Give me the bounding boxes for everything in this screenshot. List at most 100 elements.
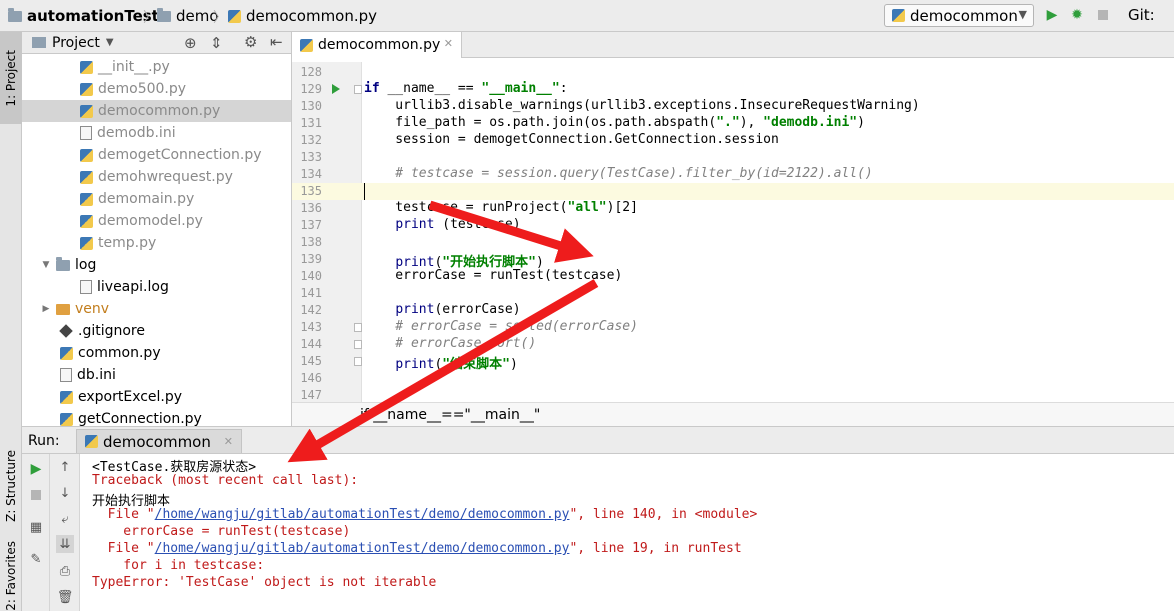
fold-icon[interactable]: [354, 340, 362, 349]
run-toolbar-right: ↑ ↓ ⤶ ⇊ ⎙ 🗑: [50, 454, 80, 611]
code-line: 142 print(errorCase): [300, 302, 521, 317]
navigation-bar: automationTest 〉 demo 〉 democommon.py de…: [0, 0, 1174, 32]
rerun-icon[interactable]: ▶: [27, 460, 45, 478]
tree-item[interactable]: getConnection.py: [22, 408, 291, 426]
python-file-icon: [80, 214, 93, 228]
hide-panel-icon[interactable]: ⇤: [270, 33, 283, 51]
console-line: errorCase = runTest(testcase): [92, 524, 351, 539]
tree-item-label: liveapi.log: [97, 279, 169, 295]
python-file-icon: [80, 82, 93, 96]
tree-item-label: demogetConnection.py: [98, 147, 262, 163]
text-file-icon: [60, 368, 72, 382]
code-line: 136 testcase = runProject("all")[2]: [300, 200, 638, 215]
git-file-icon: [59, 324, 73, 338]
scroll-down-icon[interactable]: ↓: [56, 484, 74, 502]
code-line: 138: [300, 235, 322, 249]
gear-icon[interactable]: ⚙: [244, 33, 257, 51]
code-line: 128: [300, 65, 322, 79]
code-line-current: 135: [292, 183, 1174, 200]
project-panel: Project ▼ ⊕ ⇕ ⚙ ⇤ __init__.py demo500.py d…: [22, 32, 292, 426]
tree-item-label: __init__.py: [98, 59, 170, 75]
stop-icon[interactable]: [27, 486, 45, 504]
run-tab-democommon[interactable]: democommon ✕: [76, 429, 242, 453]
traceback-file-link[interactable]: /home/wangju/gitlab/automationTest/demo/…: [155, 507, 570, 522]
print-icon[interactable]: ⎙: [56, 562, 74, 580]
tree-item[interactable]: temp.py: [22, 232, 291, 254]
chevron-down-icon[interactable]: ▼: [106, 37, 114, 48]
python-file-icon: [80, 170, 93, 184]
breadcrumb-file[interactable]: democommon.py: [228, 6, 377, 26]
tree-item-label: temp.py: [98, 235, 157, 251]
run-panel-header: Run: democommon ✕: [22, 426, 1174, 454]
code-line: 129 if __name__ == "__main__":: [300, 81, 568, 96]
traceback-file-link[interactable]: /home/wangju/gitlab/automationTest/demo/…: [155, 541, 570, 556]
tool-tab-project[interactable]: 1: Project: [0, 32, 22, 124]
code-line: 131 file_path = os.path.join(os.path.abs…: [300, 115, 865, 130]
tree-item[interactable]: db.ini: [22, 364, 291, 386]
code-line: 137 print (testcase): [300, 217, 521, 232]
run-gutter-icon[interactable]: [332, 84, 340, 94]
scroll-up-icon[interactable]: ↑: [56, 458, 74, 476]
console-line: File "/home/wangju/gitlab/automationTest…: [92, 541, 742, 556]
project-tree: __init__.py demo500.py democommon.py demodb…: [22, 56, 291, 426]
tree-item[interactable]: exportExcel.py: [22, 386, 291, 408]
breadcrumb-separator-icon: 〉: [213, 10, 227, 26]
code-line: 139 print("开始执行脚本"): [300, 252, 544, 270]
tree-item[interactable]: liveapi.log: [22, 276, 291, 298]
debug-icon[interactable]: ✹: [1068, 6, 1086, 24]
text-file-icon: [80, 280, 92, 294]
project-panel-header: Project ▼ ⊕ ⇕ ⚙ ⇤: [22, 32, 291, 54]
tree-item[interactable]: demohwrequest.py: [22, 166, 291, 188]
tree-item[interactable]: ▼ log: [22, 254, 291, 276]
tree-item-label: demomodel.py: [98, 213, 203, 229]
close-icon[interactable]: ✕: [224, 435, 233, 448]
chevron-down-icon[interactable]: ▼: [40, 260, 52, 270]
tree-item-label: demohwrequest.py: [98, 169, 233, 185]
chevron-right-icon[interactable]: ▶: [40, 304, 52, 314]
fold-icon[interactable]: [354, 323, 362, 332]
locate-icon[interactable]: ⊕: [184, 34, 197, 52]
tree-item[interactable]: common.py: [22, 342, 291, 364]
tree-item-label: log: [75, 257, 97, 273]
fold-icon[interactable]: [354, 85, 362, 94]
folder-icon: [56, 256, 70, 271]
tool-tab-favorites[interactable]: 2: Favorites: [0, 540, 22, 611]
tree-item-label: demodb.ini: [97, 125, 176, 141]
console-line: Traceback (most recent call last):: [92, 473, 359, 488]
editor-tab-bar: democommon.py ✕: [292, 32, 1174, 58]
tree-item[interactable]: demodb.ini: [22, 122, 291, 144]
tree-item[interactable]: demo500.py: [22, 78, 291, 100]
tree-item[interactable]: __init__.py: [22, 56, 291, 78]
soft-wrap-icon[interactable]: ⤶: [56, 510, 74, 528]
python-file-icon: [60, 412, 73, 426]
run-label: Run:: [28, 433, 60, 449]
code-line: 130 urllib3.disable_warnings(urllib3.exc…: [300, 98, 920, 113]
collapse-icon[interactable]: ⇕: [210, 34, 223, 52]
trash-icon[interactable]: 🗑: [56, 588, 74, 606]
tree-item[interactable]: demogetConnection.py: [22, 144, 291, 166]
breadcrumb-separator-icon: 〉: [143, 10, 157, 26]
tree-item[interactable]: demomain.py: [22, 188, 291, 210]
close-icon[interactable]: ✕: [444, 37, 453, 50]
run-configuration-select[interactable]: democommon ▼: [884, 4, 1034, 27]
fold-icon[interactable]: [354, 357, 362, 366]
tree-item-label: .gitignore: [78, 323, 145, 339]
layout-icon[interactable]: ▦: [27, 518, 45, 536]
run-console[interactable]: <TestCase.获取房源状态> Traceback (most recent…: [80, 454, 1174, 611]
pin-icon[interactable]: ✎: [27, 550, 45, 568]
tree-item[interactable]: demomodel.py: [22, 210, 291, 232]
run-icon[interactable]: ▶: [1043, 6, 1061, 24]
python-file-icon: [80, 148, 93, 162]
tree-item[interactable]: .gitignore: [22, 320, 291, 342]
tree-item[interactable]: ▶ venv: [22, 298, 291, 320]
editor-breadcrumb[interactable]: if __name__=="__main__": [292, 402, 1174, 426]
tree-item[interactable]: democommon.py: [22, 100, 291, 122]
tree-item-label: db.ini: [77, 367, 116, 383]
breadcrumb-folder[interactable]: demo: [157, 6, 219, 26]
tool-tab-structure[interactable]: Z: Structure: [0, 436, 22, 536]
stop-icon[interactable]: [1094, 6, 1112, 24]
project-view-selector[interactable]: Project: [52, 35, 100, 51]
breadcrumb-project[interactable]: automationTest: [8, 6, 159, 26]
editor-tab-democommon[interactable]: democommon.py ✕: [292, 32, 462, 58]
scroll-to-end-icon[interactable]: ⇊: [56, 535, 74, 553]
